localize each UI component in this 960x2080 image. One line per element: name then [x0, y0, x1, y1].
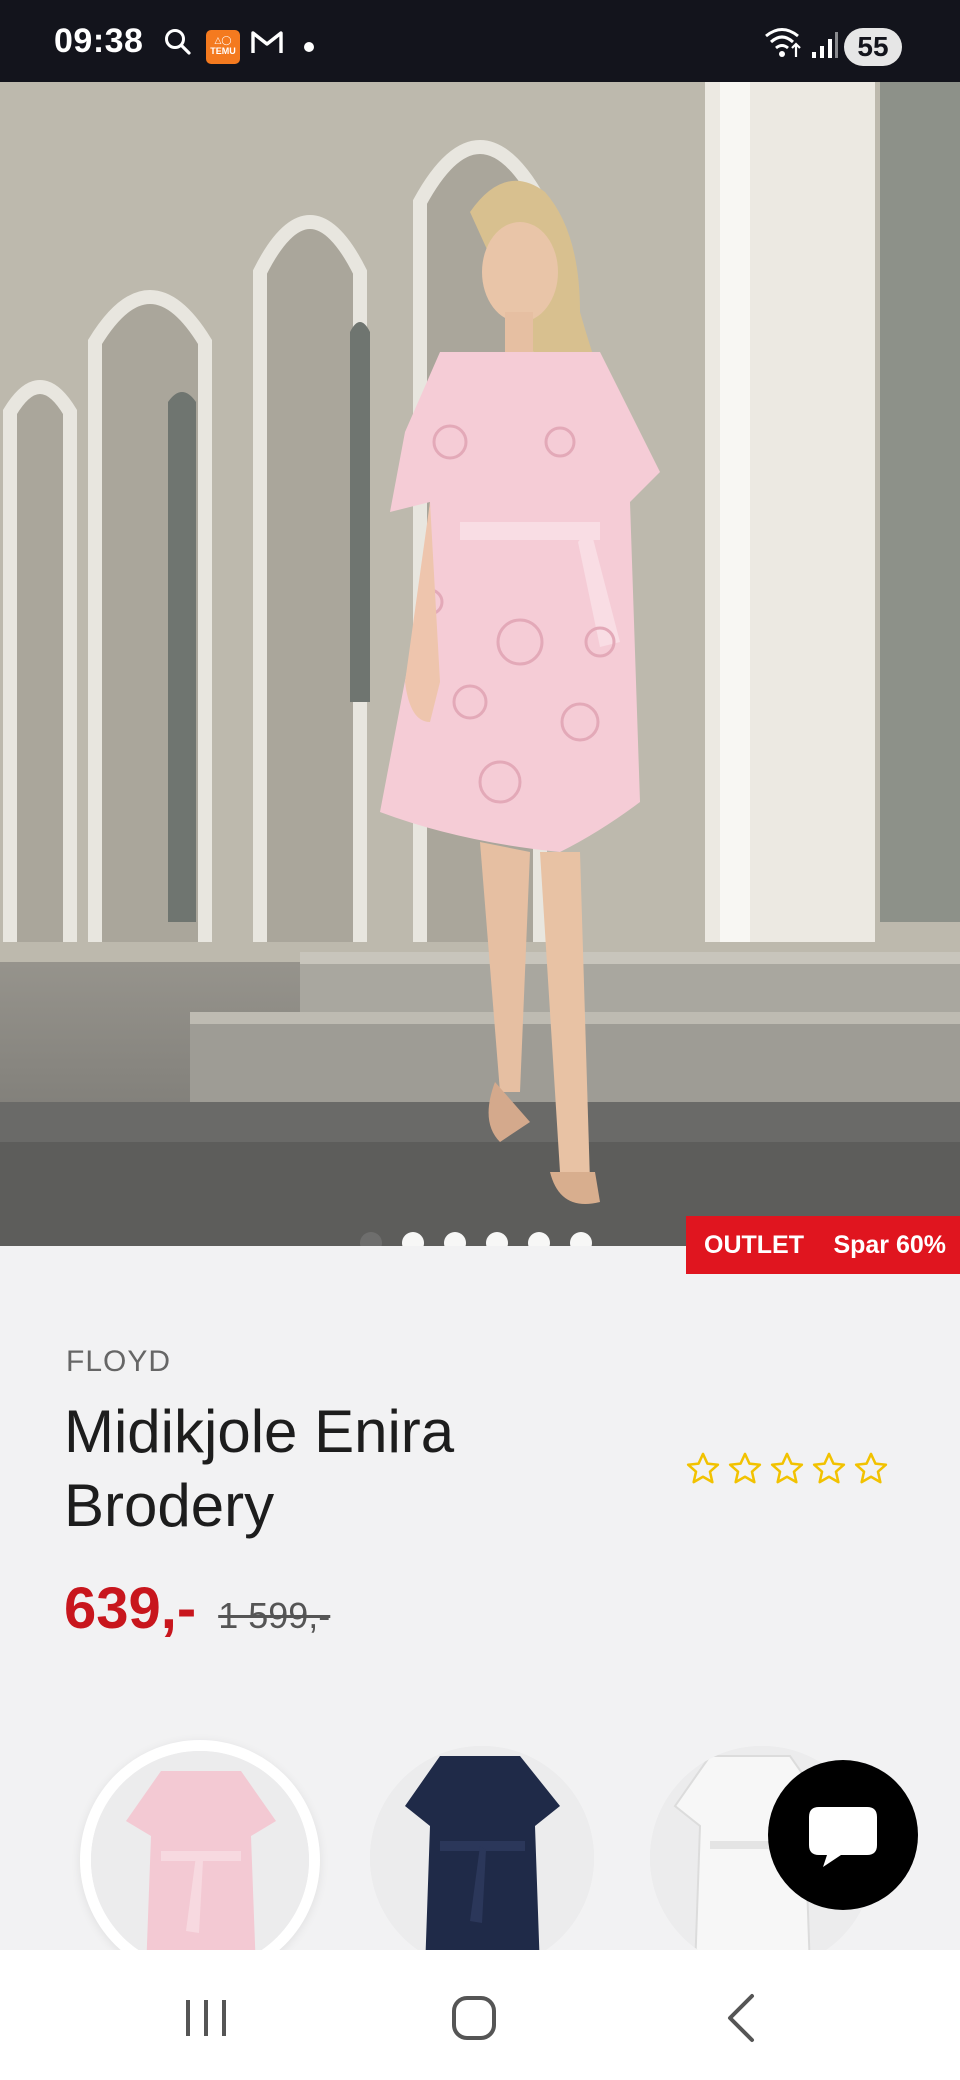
gmail-icon	[251, 31, 283, 53]
notification-dot	[304, 42, 314, 52]
system-navigation-bar	[0, 1950, 960, 2080]
rating-stars[interactable]	[684, 1450, 890, 1488]
product-photo	[0, 82, 960, 1246]
status-bar: 09:38 △◯ TEMU 55	[0, 0, 960, 82]
carousel-dot[interactable]	[360, 1232, 382, 1246]
star-icon	[770, 1452, 804, 1484]
battery-icon: 55	[844, 28, 902, 66]
recent-apps-icon[interactable]	[176, 1988, 236, 2048]
outlet-badge: OUTLET Spar 60%	[686, 1216, 960, 1274]
star-icon	[686, 1452, 720, 1484]
chat-bubble-icon	[809, 1807, 877, 1867]
product-title: Midikjole Enira Brodery	[64, 1398, 455, 1539]
carousel-dot[interactable]	[402, 1232, 424, 1246]
status-time: 09:38	[54, 22, 144, 60]
carousel-dot[interactable]	[444, 1232, 466, 1246]
carousel-dot[interactable]	[528, 1232, 550, 1246]
chat-button[interactable]	[768, 1760, 918, 1910]
back-icon[interactable]	[714, 1988, 774, 2048]
variant-thumbnail	[370, 1746, 594, 1970]
signal-icon	[812, 32, 838, 58]
star-icon	[854, 1452, 888, 1484]
variant-thumbnail	[91, 1751, 309, 1969]
original-price: 1 599,-	[218, 1595, 331, 1636]
product-image-carousel[interactable]	[0, 82, 960, 1246]
star-icon	[728, 1452, 762, 1484]
brand-name[interactable]: FLOYD	[66, 1345, 171, 1379]
price-row: 639,- 1 599,-	[64, 1575, 330, 1642]
home-icon[interactable]	[444, 1988, 504, 2048]
color-variant-navy[interactable]	[370, 1746, 594, 1970]
color-variant-pink[interactable]	[80, 1740, 320, 1980]
carousel-dot[interactable]	[486, 1232, 508, 1246]
search-icon	[165, 29, 191, 55]
carousel-dot[interactable]	[570, 1232, 592, 1246]
outlet-label: OUTLET	[704, 1230, 804, 1259]
wifi-icon	[765, 28, 801, 57]
current-price: 639,-	[64, 1576, 197, 1641]
star-icon	[812, 1452, 846, 1484]
discount-label: Spar 60%	[833, 1230, 946, 1259]
temu-app-icon: △◯ TEMU	[206, 30, 240, 64]
carousel-indicator[interactable]	[360, 1232, 592, 1246]
